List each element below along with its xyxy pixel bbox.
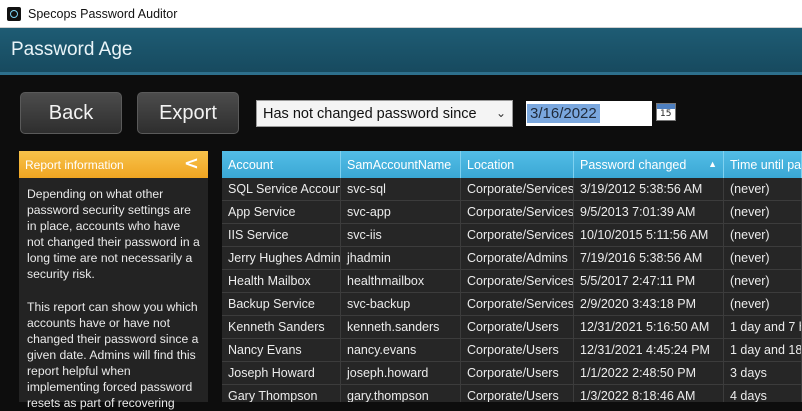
table-cell: kenneth.sanders [341,316,461,338]
title-bar: Specops Password Auditor [0,0,802,28]
table-cell: Corporate/Users [461,339,574,361]
table-cell: 1/1/2022 2:48:50 PM [574,362,724,384]
table-cell: Corporate/Services [461,201,574,223]
column-header-samaccountname[interactable]: SamAccountName [341,151,461,178]
table-cell: Jerry Hughes Admin [222,247,341,269]
table-cell: 7/19/2016 5:38:56 AM [574,247,724,269]
table-cell: Kenneth Sanders [222,316,341,338]
table-cell: nancy.evans [341,339,461,361]
table-cell: App Service [222,201,341,223]
table-body: SQL Service Account svc-sql Corporate/Serv… [222,178,802,402]
table-row[interactable]: Joseph Howard joseph.howard Corporate/User… [222,362,802,385]
table-cell: IIS Service [222,224,341,246]
table-header: Account SamAccountName Location Password… [222,151,802,178]
table-row[interactable]: Nancy Evans nancy.evans Corporate/Users 12/… [222,339,802,362]
table-row[interactable]: IIS Service svc-iis Corporate/Services 10/1… [222,224,802,247]
table-cell: Corporate/Users [461,316,574,338]
column-header-password-changed[interactable]: Password changed ▲ [574,151,724,178]
table-cell: 9/5/2013 7:01:39 AM [574,201,724,223]
table-row[interactable]: Jerry Hughes Admin jhadmin Corporate/Admin… [222,247,802,270]
calendar-day: 15 [660,109,672,119]
table-cell: svc-iis [341,224,461,246]
header-divider [0,72,802,75]
column-header-account[interactable]: Account [222,151,341,178]
table-cell: Backup Service [222,293,341,315]
table-cell: (never) [724,270,802,292]
table-cell: Nancy Evans [222,339,341,361]
table-row[interactable]: SQL Service Account svc-sql Corporate/Serv… [222,178,802,201]
column-header-time-until[interactable]: Time until pass [724,151,802,178]
report-info-body: Depending on what other password securit… [19,178,208,411]
report-info-panel: Report information < Depending on what o… [19,151,208,410]
report-info-header: Report information < [19,151,208,178]
table-cell: healthmailbox [341,270,461,292]
table-cell: jhadmin [341,247,461,269]
table-row[interactable]: Backup Service svc-backup Corporate/Servic… [222,293,802,316]
back-button[interactable]: Back [20,92,122,134]
table-cell: (never) [724,293,802,315]
chevron-down-icon: ⌄ [495,106,506,120]
table-cell: (never) [724,224,802,246]
report-info-heading: Report information [25,157,124,172]
app-logo-icon [7,6,21,21]
page-header: Password Age [0,28,802,72]
table-cell: joseph.howard [341,362,461,384]
collapse-icon[interactable]: < [184,153,199,174]
table-cell: Corporate/Services [461,270,574,292]
table-cell: 1 day and 7 h [724,316,802,338]
table-cell: 12/31/2021 4:45:24 PM [574,339,724,361]
filter-dropdown[interactable]: Has not changed password since ⌄ [256,100,513,127]
column-header-label: Password changed [580,157,687,172]
table-cell: Corporate/Admins [461,247,574,269]
table-cell: (never) [724,247,802,269]
report-info-paragraph: Depending on what other password securit… [27,187,200,282]
table-cell: Gary Thompson [222,385,341,402]
table-cell: svc-app [341,201,461,223]
sort-ascending-icon: ▲ [708,159,717,169]
table-cell: (never) [724,178,802,200]
table-cell: 1 day and 18 [724,339,802,361]
filter-dropdown-value: Has not changed password since [263,105,477,122]
table-cell: (never) [724,201,802,223]
table-cell: 1/3/2022 8:18:46 AM [574,385,724,402]
table-cell: Corporate/Services [461,224,574,246]
table-cell: 4 days [724,385,802,402]
table-row[interactable]: Kenneth Sanders kenneth.sanders Corporate/… [222,316,802,339]
date-input-value: 3/16/2022 [527,104,600,123]
table-cell: svc-sql [341,178,461,200]
table-cell: Corporate/Services [461,293,574,315]
table-cell: 2/9/2020 3:43:18 PM [574,293,724,315]
table-cell: gary.thompson [341,385,461,402]
date-input[interactable]: 3/16/2022 [526,101,652,126]
export-button[interactable]: Export [137,92,239,134]
table-cell: SQL Service Account [222,178,341,200]
table-row[interactable]: App Service svc-app Corporate/Services 9/5/… [222,201,802,224]
window-title: Specops Password Auditor [28,6,178,21]
table-row[interactable]: Health Mailbox healthmailbox Corporate/Ser… [222,270,802,293]
table-cell: 12/31/2021 5:16:50 AM [574,316,724,338]
password-age-table: Account SamAccountName Location Password… [222,151,802,402]
report-info-paragraph: This report can show you which accounts … [27,299,199,411]
table-cell: svc-backup [341,293,461,315]
table-cell: 3/19/2012 5:38:56 AM [574,178,724,200]
table-cell: 3 days [724,362,802,384]
column-header-location[interactable]: Location [461,151,574,178]
page-title: Password Age [11,39,133,60]
table-cell: Health Mailbox [222,270,341,292]
table-cell: Corporate/Users [461,385,574,402]
calendar-icon[interactable]: 15 [656,103,676,121]
table-cell: Corporate/Users [461,362,574,384]
table-row[interactable]: Gary Thompson gary.thompson Corporate/User… [222,385,802,402]
table-cell: Corporate/Services [461,178,574,200]
table-cell: Joseph Howard [222,362,341,384]
table-cell: 10/10/2015 5:11:56 AM [574,224,724,246]
table-cell: 5/5/2017 2:47:11 PM [574,270,724,292]
